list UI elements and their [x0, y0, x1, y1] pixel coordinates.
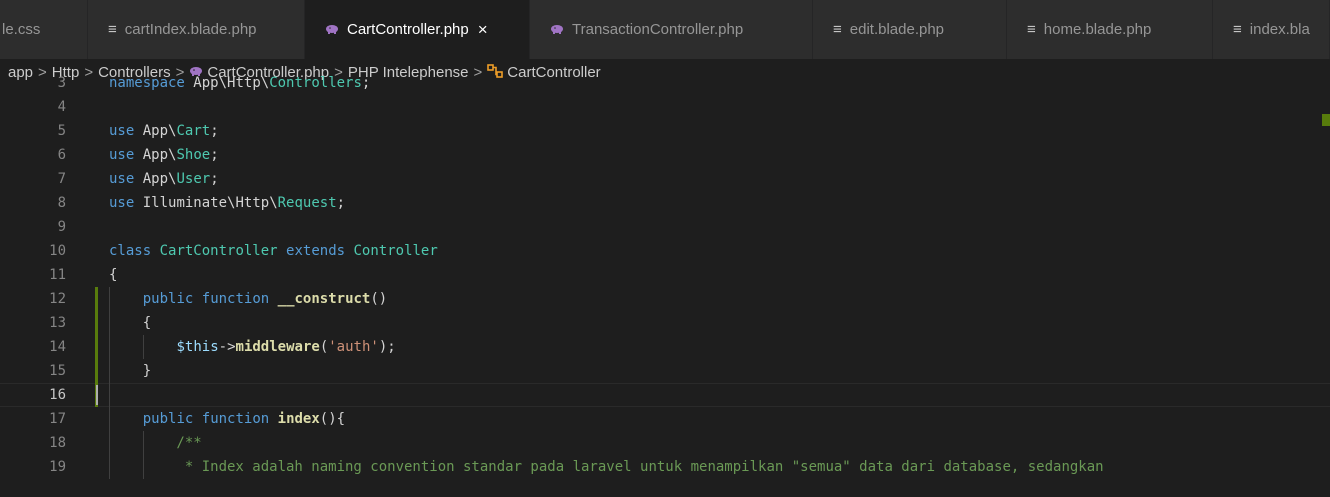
line-number: 13 — [49, 315, 66, 331]
code-text: use Illuminate\Http\Request; — [109, 195, 346, 211]
indent-guide — [142, 335, 144, 359]
code-text: * Index adalah naming convention standar… — [109, 459, 1104, 475]
php-elephant-icon — [325, 24, 339, 35]
tab-label: CartController.php — [347, 21, 469, 38]
code-text: namespace App\Http\Controllers; — [109, 75, 371, 91]
tab-le-css[interactable]: le.css — [0, 0, 88, 59]
tab-label: TransactionController.php — [572, 21, 744, 38]
code-line[interactable]: 3 namespace App\Http\Controllers; — [0, 71, 1330, 95]
text-cursor — [96, 385, 98, 405]
code-text: } — [142, 363, 152, 379]
tab-label: cartIndex.blade.php — [124, 21, 257, 38]
code-text: class CartController extends Controller — [109, 243, 438, 259]
lines-icon: ≡ — [833, 21, 842, 38]
code-line[interactable]: 14 $this->middleware('auth'); — [0, 335, 1330, 359]
code-text: $this->middleware('auth'); — [176, 339, 396, 355]
line-number: 6 — [57, 147, 66, 163]
code-text: use App\User; — [109, 171, 219, 187]
line-number: 19 — [49, 459, 66, 475]
code-text: use App\Shoe; — [109, 147, 219, 163]
tab-cartcontroller[interactable]: CartController.php × — [305, 0, 530, 59]
tab-transactioncontroller[interactable]: TransactionController.php — [530, 0, 813, 59]
line-number: 11 — [49, 267, 66, 283]
code-line[interactable]: 17 public function index(){ — [0, 407, 1330, 431]
line-number: 14 — [49, 339, 66, 355]
code-line[interactable]: 7 use App\User; — [0, 167, 1330, 191]
code-line[interactable]: 9 — [0, 215, 1330, 239]
line-number: 16 — [49, 387, 66, 403]
tab-label: edit.blade.php — [849, 21, 945, 38]
code-text: public function index(){ — [142, 411, 346, 427]
code-text: /** — [109, 435, 202, 451]
code-line[interactable]: 15 } — [0, 359, 1330, 383]
line-number: 4 — [57, 99, 66, 115]
overview-ruler-marker — [1322, 114, 1330, 126]
code-text: public function __construct() — [142, 291, 388, 307]
tab-index-blade[interactable]: ≡ index.bla — [1213, 0, 1330, 59]
line-number: 15 — [49, 363, 66, 379]
tab-label: le.css — [2, 21, 41, 38]
tab-label: index.bla — [1249, 21, 1310, 38]
code-line[interactable]: 12 public function __construct() — [0, 287, 1330, 311]
code-text: { — [142, 315, 152, 331]
tab-home-blade[interactable]: ≡ home.blade.php — [1007, 0, 1213, 59]
code-line[interactable]: 8 use Illuminate\Http\Request; — [0, 191, 1330, 215]
line-number: 9 — [57, 219, 66, 235]
code-text: { — [109, 267, 118, 283]
line-number: 7 — [57, 171, 66, 187]
code-line[interactable]: 11 { — [0, 263, 1330, 287]
line-number: 18 — [49, 435, 66, 451]
code-line[interactable]: 19 * Index adalah naming convention stan… — [0, 455, 1330, 479]
indent-guide — [142, 431, 144, 479]
code-editor[interactable]: 3 namespace App\Http\Controllers; 4 5 use Ap… — [0, 75, 1330, 497]
line-number: 5 — [57, 123, 66, 139]
line-number: 8 — [57, 195, 66, 211]
code-line[interactable]: 16 — [0, 383, 1330, 407]
code-line[interactable]: 18 /** — [0, 431, 1330, 455]
code-line[interactable]: 5 use App\Cart; — [0, 119, 1330, 143]
tab-edit-blade[interactable]: ≡ edit.blade.php — [813, 0, 1007, 59]
tab-cartindex-blade[interactable]: ≡ cartIndex.blade.php — [88, 0, 305, 59]
php-elephant-icon — [550, 24, 564, 35]
line-number: 12 — [49, 291, 66, 307]
code-line[interactable]: 10 class CartController extends Controlle… — [0, 239, 1330, 263]
line-number: 3 — [57, 75, 66, 91]
code-line[interactable]: 6 use App\Shoe; — [0, 143, 1330, 167]
vscode-window: le.css ≡ cartIndex.blade.php CartControl… — [0, 0, 1330, 497]
editor-tab-bar: le.css ≡ cartIndex.blade.php CartControl… — [0, 0, 1330, 59]
close-icon[interactable]: × — [478, 20, 488, 40]
code-line[interactable]: 4 — [0, 95, 1330, 119]
tab-label: home.blade.php — [1043, 21, 1152, 38]
line-number: 17 — [49, 411, 66, 427]
line-number: 10 — [49, 243, 66, 259]
lines-icon: ≡ — [1233, 21, 1242, 38]
lines-icon: ≡ — [1027, 21, 1036, 38]
indent-guide — [109, 287, 110, 479]
lines-icon: ≡ — [108, 21, 117, 38]
code-text: use App\Cart; — [109, 123, 219, 139]
code-line[interactable]: 13 { — [0, 311, 1330, 335]
